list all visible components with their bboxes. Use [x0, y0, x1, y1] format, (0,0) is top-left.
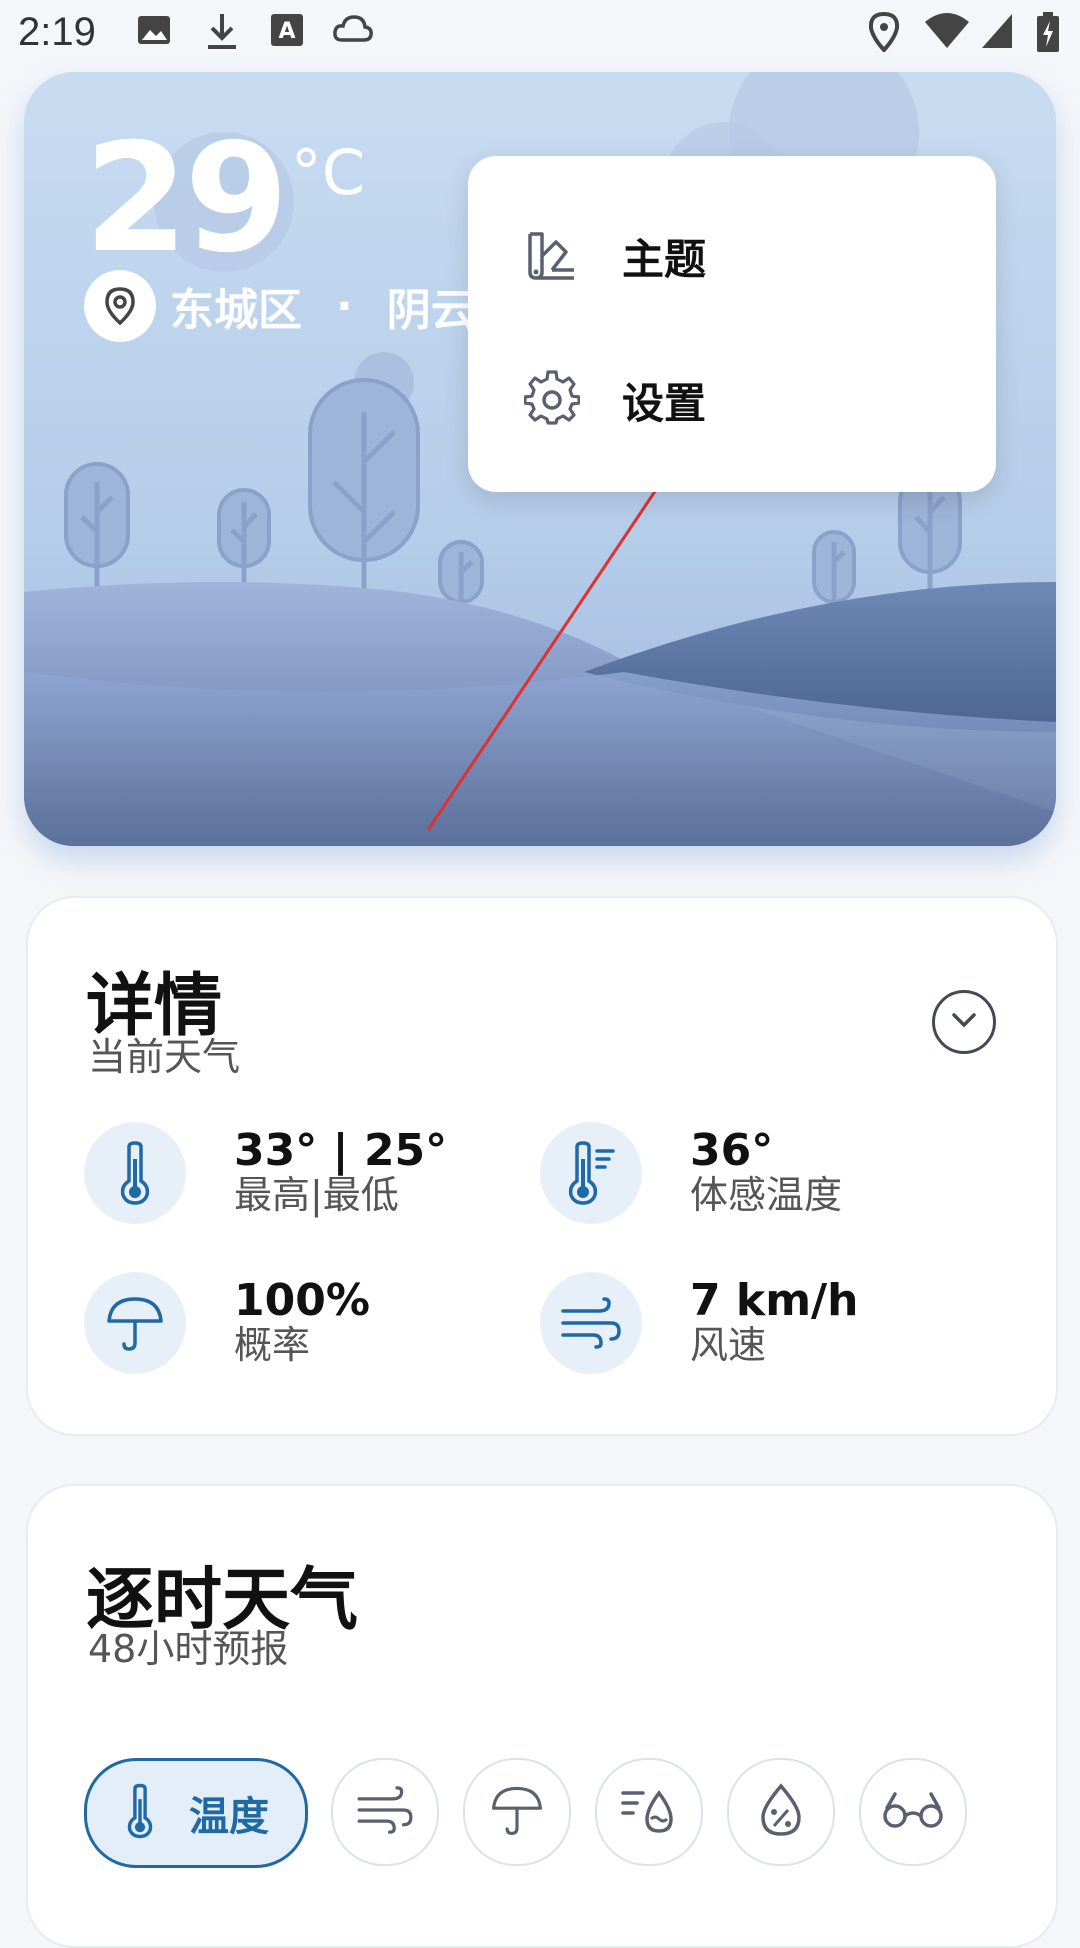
chip-precipitation[interactable]: [595, 1758, 703, 1866]
temperature-unit: °C: [290, 136, 366, 209]
location-separator: ·: [336, 280, 353, 332]
chip-precip-probability[interactable]: [463, 1758, 571, 1866]
battery-charging-icon: [1036, 12, 1060, 58]
thermometer-icon: [123, 1783, 157, 1843]
stat-precip-probability: 100% 概率: [84, 1272, 370, 1374]
cloud-icon: [332, 12, 374, 50]
stat-label: 风速: [690, 1323, 767, 1368]
overflow-menu: 主题 设置: [468, 156, 996, 492]
chip-wind[interactable]: [331, 1758, 439, 1866]
stat-value: 33° | 25°: [234, 1125, 448, 1177]
precipitation-icon: [621, 1785, 677, 1839]
status-time: 2:19: [18, 10, 96, 54]
umbrella-icon: [84, 1272, 186, 1374]
hourly-card: 逐时天气 48小时预报: [26, 1484, 1058, 1948]
location-row[interactable]: 东城区 · 阴云密: [84, 270, 519, 342]
stat-label: 体感温度: [690, 1173, 843, 1218]
expand-details-button[interactable]: [932, 990, 996, 1054]
svg-text:A: A: [278, 19, 295, 44]
chip-label: 温度: [189, 1794, 269, 1840]
temperature-value: 29: [84, 112, 289, 286]
location-icon: [868, 11, 900, 56]
details-subtitle: 当前天气: [88, 1035, 241, 1079]
status-bar: 2:19 A: [0, 0, 1080, 70]
signal-icon: [980, 12, 1014, 54]
stat-label: 概率: [234, 1323, 311, 1368]
stat-label: 最高|最低: [234, 1173, 399, 1218]
stat-high-low: 33° | 25° 最高|最低: [84, 1122, 447, 1224]
image-icon: [136, 12, 172, 52]
stat-value: 36°: [690, 1125, 774, 1177]
stat-value: 7 km/h: [690, 1275, 859, 1327]
menu-item-label: 设置: [622, 378, 707, 428]
wind-icon: [540, 1272, 642, 1374]
menu-item-settings[interactable]: 设置: [523, 360, 707, 440]
location-name: 东城区: [170, 285, 302, 336]
umbrella-icon: [490, 1783, 544, 1841]
visibility-icon: [881, 1790, 945, 1834]
feels-like-icon: [540, 1122, 642, 1224]
hourly-subtitle: 48小时预报: [88, 1627, 289, 1671]
wind-icon: [355, 1786, 415, 1838]
font-icon: A: [270, 12, 304, 52]
gear-icon: [523, 370, 581, 430]
location-pin-icon: [84, 270, 156, 342]
current-temperature: 29 °C: [84, 124, 365, 274]
chip-temperature[interactable]: 温度: [84, 1758, 308, 1868]
stat-wind-speed: 7 km/h 风速: [540, 1272, 858, 1374]
thermometer-icon: [84, 1122, 186, 1224]
details-card: 详情 当前天气 33° | 25° 最高|最低 36° 体感温度 100% 概率: [26, 896, 1058, 1436]
chip-visibility[interactable]: [859, 1758, 967, 1866]
humidity-icon: [759, 1783, 803, 1841]
download-icon: [204, 12, 240, 56]
wifi-icon: [924, 12, 970, 54]
chip-humidity[interactable]: [727, 1758, 835, 1866]
stat-value: 100%: [234, 1275, 370, 1327]
stat-feels-like: 36° 体感温度: [540, 1122, 842, 1224]
menu-item-label: 主题: [622, 234, 707, 284]
menu-item-theme[interactable]: 主题: [524, 216, 706, 296]
chevron-down-icon: [950, 1011, 978, 1033]
theme-icon: [524, 226, 580, 286]
